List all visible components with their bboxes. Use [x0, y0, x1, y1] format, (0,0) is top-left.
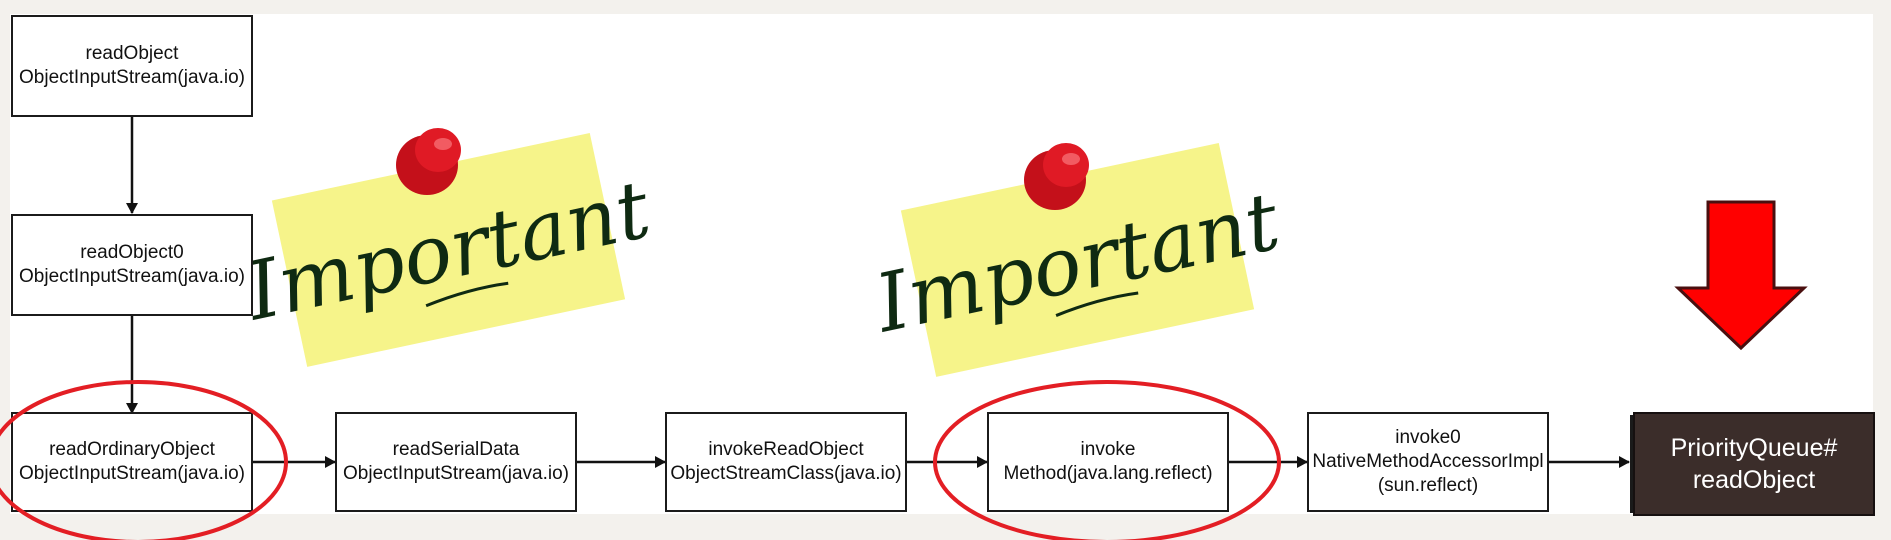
highlight-ellipse-readOrdinaryObject: [0, 380, 288, 540]
highlights: [0, 200, 1808, 540]
down-arrow-icon: [1674, 200, 1808, 351]
highlight-ellipse-invoke: [933, 380, 1281, 540]
flow-diagram: Important Important readObject ObjectInp…: [0, 0, 1891, 540]
